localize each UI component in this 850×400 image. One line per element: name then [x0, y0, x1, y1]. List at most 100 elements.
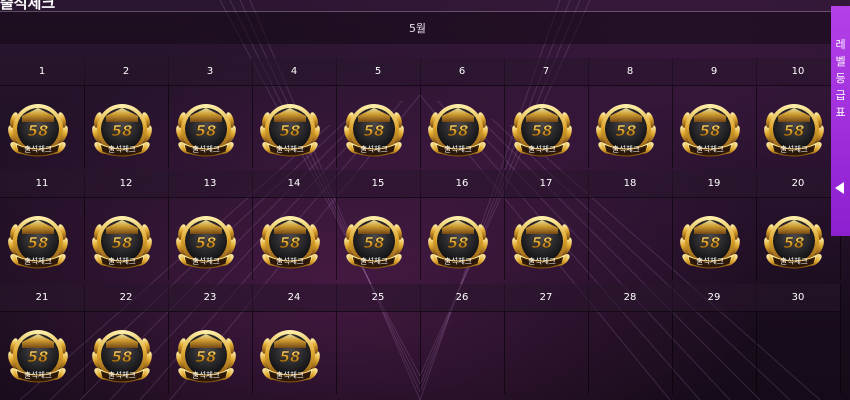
side-tab-label-char: 급 — [835, 89, 846, 102]
calendar-day-cell[interactable]: 19 58 출석체크 — [672, 170, 757, 280]
day-number: 2 — [84, 58, 168, 86]
attendance-badge-icon: 58 출석체크 — [256, 320, 324, 388]
attendance-badge-icon: 58 출석체크 — [4, 94, 72, 162]
calendar-day-cell[interactable]: 26 — [420, 284, 505, 394]
day-number: 26 — [420, 284, 504, 312]
svg-text:58: 58 — [616, 122, 637, 140]
attendance-badge-icon: 58 출석체크 — [508, 206, 576, 274]
attendance-badge-icon: 58 출석체크 — [676, 94, 744, 162]
calendar-day-cell[interactable]: 7 58 출석체크 — [504, 58, 589, 168]
calendar-day-cell[interactable]: 23 58 출석체크 — [168, 284, 253, 394]
calendar-day-cell[interactable]: 15 58 출석체크 — [336, 170, 421, 280]
side-tab-label-char: 표 — [835, 106, 846, 119]
svg-text:출석체크: 출석체크 — [360, 144, 388, 154]
attendance-badge-icon: 58 출석체크 — [424, 206, 492, 274]
attendance-badge-icon: 58 출석체크 — [88, 94, 156, 162]
day-number: 12 — [84, 170, 168, 198]
attendance-badge-icon: 58 출석체크 — [592, 94, 660, 162]
calendar-day-cell[interactable]: 3 58 출석체크 — [168, 58, 253, 168]
chevron-left-icon[interactable] — [835, 182, 844, 194]
day-number: 20 — [756, 170, 840, 198]
attendance-badge-icon: 58 출석체크 — [676, 206, 744, 274]
calendar-day-cell[interactable]: 28 — [588, 284, 673, 394]
calendar-day-cell[interactable]: 25 — [336, 284, 421, 394]
svg-text:58: 58 — [784, 234, 805, 252]
day-number: 23 — [168, 284, 252, 312]
svg-text:58: 58 — [532, 122, 553, 140]
day-number: 7 — [504, 58, 588, 86]
calendar-day-cell[interactable]: 11 58 출석체크 — [0, 170, 85, 280]
calendar-day-cell[interactable]: 13 58 출석체크 — [168, 170, 253, 280]
calendar-day-cell[interactable]: 20 58 출석체크 — [756, 170, 841, 280]
calendar-day-cell[interactable]: 17 58 출석체크 — [504, 170, 589, 280]
day-number: 24 — [252, 284, 336, 312]
calendar-day-cell[interactable]: 10 58 출석체크 — [756, 58, 841, 168]
svg-text:출석체크: 출석체크 — [780, 144, 808, 154]
day-number: 8 — [588, 58, 672, 86]
day-number: 19 — [672, 170, 756, 198]
calendar-day-cell[interactable]: 4 58 출석체크 — [252, 58, 337, 168]
svg-text:58: 58 — [112, 234, 133, 252]
day-number: 30 — [756, 284, 840, 312]
day-number: 5 — [336, 58, 420, 86]
calendar-day-cell[interactable]: 5 58 출석체크 — [336, 58, 421, 168]
attendance-badge-icon: 58 출석체크 — [424, 94, 492, 162]
attendance-badge-icon: 58 출석체크 — [760, 206, 828, 274]
svg-text:출석체크: 출석체크 — [528, 256, 556, 266]
svg-text:58: 58 — [448, 122, 469, 140]
attendance-badge-icon: 58 출석체크 — [256, 206, 324, 274]
attendance-badge-icon: 58 출석체크 — [340, 94, 408, 162]
day-number: 1 — [0, 58, 84, 86]
calendar-day-cell[interactable]: 24 58 출석체크 — [252, 284, 337, 394]
svg-text:출석체크: 출석체크 — [444, 256, 472, 266]
attendance-badge-icon: 58 출석체크 — [4, 320, 72, 388]
calendar-day-cell[interactable]: 16 58 출석체크 — [420, 170, 505, 280]
calendar-day-cell[interactable]: 1 58 출석체크 — [0, 58, 85, 168]
svg-text:58: 58 — [448, 234, 469, 252]
day-number: 4 — [252, 58, 336, 86]
day-number: 9 — [672, 58, 756, 86]
calendar-day-cell[interactable]: 29 — [672, 284, 757, 394]
day-number: 17 — [504, 170, 588, 198]
svg-text:출석체크: 출석체크 — [696, 144, 724, 154]
calendar-week-row: 1 58 출석체크 2 58 출석체크 3 58 출석체크 4 58 출석체크 5 58 출석체크 6 58 출석… — [0, 58, 841, 168]
attendance-badge-icon: 58 출석체크 — [340, 206, 408, 274]
calendar-day-cell[interactable]: 9 58 출석체크 — [672, 58, 757, 168]
calendar-day-cell[interactable]: 12 58 출석체크 — [84, 170, 169, 280]
day-number: 11 — [0, 170, 84, 198]
attendance-badge-icon: 58 출석체크 — [172, 94, 240, 162]
day-number: 29 — [672, 284, 756, 312]
svg-text:58: 58 — [28, 122, 49, 140]
calendar-day-cell[interactable]: 6 58 출석체크 — [420, 58, 505, 168]
svg-text:출석체크: 출석체크 — [276, 256, 304, 266]
day-number: 15 — [336, 170, 420, 198]
day-number: 3 — [168, 58, 252, 86]
svg-text:58: 58 — [112, 122, 133, 140]
attendance-badge-icon: 58 출석체크 — [760, 94, 828, 162]
calendar-day-cell[interactable]: 21 58 출석체크 — [0, 284, 85, 394]
calendar-day-cell[interactable]: 30 — [756, 284, 841, 394]
calendar-day-cell[interactable]: 8 58 출석체크 — [588, 58, 673, 168]
svg-text:58: 58 — [28, 234, 49, 252]
svg-text:출석체크: 출석체크 — [108, 370, 136, 380]
day-number: 22 — [84, 284, 168, 312]
calendar-day-cell[interactable]: 22 58 출석체크 — [84, 284, 169, 394]
svg-text:출석체크: 출석체크 — [192, 256, 220, 266]
svg-text:58: 58 — [196, 234, 217, 252]
month-header: 5월 — [0, 12, 835, 44]
svg-text:출석체크: 출석체크 — [780, 256, 808, 266]
attendance-badge-icon: 58 출석체크 — [4, 206, 72, 274]
svg-text:출석체크: 출석체크 — [696, 256, 724, 266]
calendar-day-cell[interactable]: 18 — [588, 170, 673, 280]
svg-text:출석체크: 출석체크 — [24, 256, 52, 266]
calendar-day-cell[interactable]: 14 58 출석체크 — [252, 170, 337, 280]
calendar-day-cell[interactable]: 2 58 출석체크 — [84, 58, 169, 168]
side-tab-label-char: 등 — [835, 72, 846, 85]
side-tab-label-char: 벨 — [835, 55, 846, 68]
svg-text:58: 58 — [364, 234, 385, 252]
attendance-badge-icon: 58 출석체크 — [256, 94, 324, 162]
level-table-tab[interactable]: 레벨등급표 — [831, 6, 850, 236]
day-number: 16 — [420, 170, 504, 198]
svg-text:출석체크: 출석체크 — [192, 370, 220, 380]
calendar-day-cell[interactable]: 27 — [504, 284, 589, 394]
